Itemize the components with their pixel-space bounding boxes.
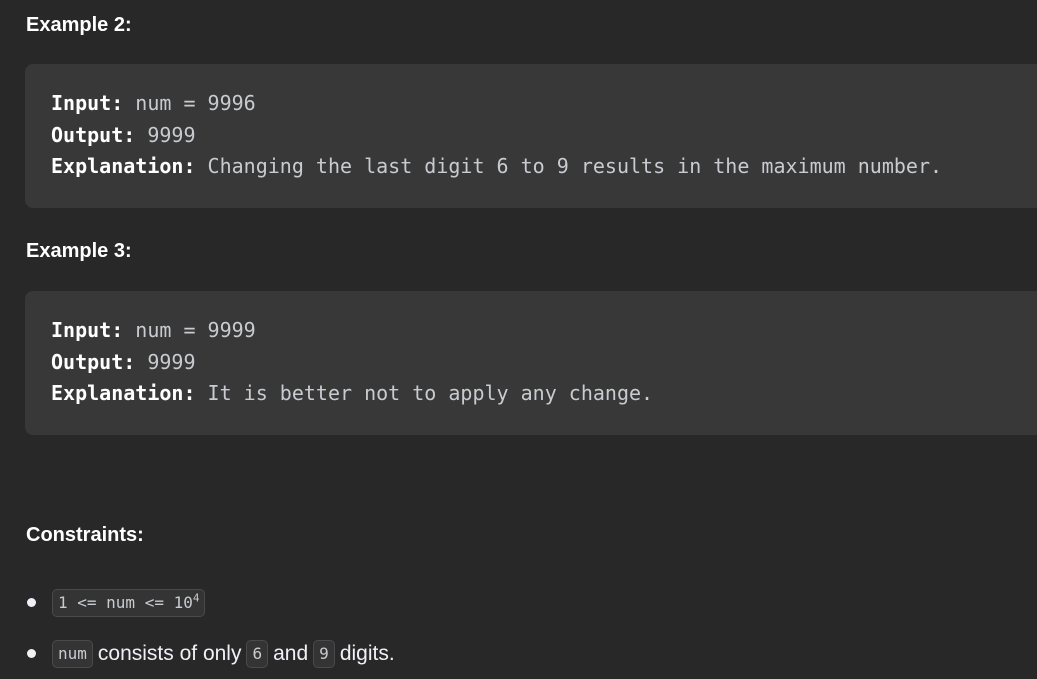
explanation-label: Explanation:	[51, 381, 196, 405]
constraint-text-c: digits.	[339, 641, 395, 665]
example-2-heading: Example 2:	[26, 14, 132, 36]
example-3-heading: Example 3:	[26, 240, 132, 262]
explanation-value: Changing the last digit 6 to 9 results i…	[207, 154, 943, 178]
output-value: 9999	[147, 122, 196, 147]
example-3-explanation-row: Explanation: It is better not to apply a…	[51, 378, 1037, 410]
input-label: Input:	[51, 318, 124, 342]
example-3-input-row: Input: num = 9999	[51, 315, 1037, 347]
input-value: num = 9999	[135, 318, 256, 342]
constraint-range-code: 1 <= num <= 104	[52, 588, 206, 617]
example-3-block: Input: num = 9999 Output: 9999 Explanati…	[25, 291, 1037, 435]
input-value: num = 9996	[135, 91, 256, 115]
example-2-explanation-row: Explanation: Changing the last digit 6 t…	[51, 151, 1037, 183]
explanation-value: It is better not to apply any change.	[207, 381, 654, 405]
example-2-block: Input: num = 9996 Output: 9999 Explanati…	[25, 64, 1037, 208]
constraint-text-a: consists of only	[97, 641, 242, 665]
input-label: Input:	[51, 91, 124, 115]
code-six: 6	[246, 639, 269, 668]
constraints-heading: Constraints:	[26, 524, 144, 546]
constraint-text-b: and	[273, 641, 309, 665]
constraint-item-range: 1 <= num <= 104	[26, 577, 1026, 628]
constraint-range-text: 1 <= num <= 10	[58, 592, 193, 612]
output-label: Output:	[51, 349, 136, 374]
bullet-icon	[27, 598, 36, 607]
example-2-output-row: Output: 9999	[51, 120, 1037, 152]
example-2-input-row: Input: num = 9996	[51, 88, 1037, 120]
explanation-label: Explanation:	[51, 154, 196, 178]
constraints-list: 1 <= num <= 104 num consists of only 6 a…	[26, 577, 1026, 679]
constraint-range-exponent: 4	[192, 591, 200, 605]
output-label: Output:	[51, 122, 136, 147]
example-3-output-row: Output: 9999	[51, 347, 1037, 379]
constraint-item-digits: num consists of only 6 and 9 digits.	[26, 628, 1026, 679]
code-nine: 9	[313, 639, 335, 668]
output-value: 9999	[147, 349, 196, 374]
code-num: num	[52, 639, 93, 668]
bullet-icon	[27, 649, 36, 658]
